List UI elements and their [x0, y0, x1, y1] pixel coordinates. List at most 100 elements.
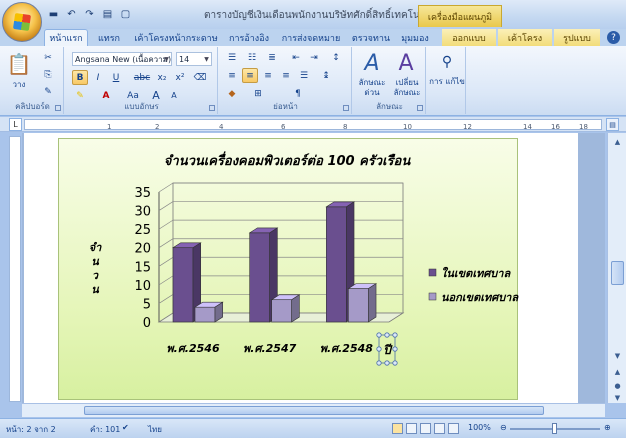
font-expander-icon[interactable]	[209, 105, 215, 111]
ruler-tick: 14	[523, 123, 532, 131]
document-page[interactable]: 0 5 10 15 20 25 30 35 พ.ศ.2546 พ.ศ.2547 พ.ศ.2548 จำ…	[24, 133, 578, 403]
office-button[interactable]	[2, 2, 42, 42]
tab-design[interactable]: ออกแบบ	[442, 29, 496, 46]
draft-icon[interactable]	[448, 423, 459, 434]
vertical-ruler[interactable]	[9, 136, 21, 402]
tab-references[interactable]: การอ้างอิง	[226, 29, 272, 46]
tab-review[interactable]: ตรวจทาน	[350, 29, 392, 46]
full-screen-reading-icon[interactable]	[406, 423, 417, 434]
superscript-button[interactable]: x²	[172, 70, 188, 85]
web-layout-icon[interactable]	[420, 423, 431, 434]
tab-selector[interactable]: L	[9, 118, 22, 131]
styles-expander-icon[interactable]	[417, 105, 423, 111]
quick-styles-button[interactable]: ลักษณะ ด่วน	[354, 78, 390, 98]
scroll-down-icon[interactable]: ▼	[611, 349, 624, 362]
tab-format[interactable]: รูปแบบ	[554, 29, 600, 46]
align-center-icon[interactable]: ≡	[242, 68, 258, 83]
font-name-value: Angsana New (เนื้อความ)	[75, 54, 172, 64]
horizontal-ruler[interactable]: 1 2 4 6 8 10 12 14 16 18	[24, 119, 602, 131]
page-count[interactable]: หน้า: 2 จาก 2	[6, 423, 56, 436]
gridline-side	[158, 201, 174, 211]
tab-view[interactable]: มุมมอง	[396, 29, 434, 46]
font-name-combo[interactable]: Angsana New (เนื้อความ) ▼	[72, 52, 172, 66]
tab-page-layout[interactable]: เค้าโครงหน้ากระดาษ	[130, 29, 222, 46]
bar-chart[interactable]: 0 5 10 15 20 25 30 35 พ.ศ.2546 พ.ศ.2547 พ.ศ.2548 จำ…	[59, 139, 519, 401]
redo-icon[interactable]: ↷	[82, 7, 97, 22]
shading-icon[interactable]: ◆	[224, 86, 240, 101]
font-group: Angsana New (เนื้อความ) ▼ 14 ▼ B I U abc x…	[66, 47, 218, 114]
editing-button[interactable]: การ แก้ไข	[428, 77, 466, 87]
decrease-indent-icon[interactable]: ⇤	[288, 50, 304, 65]
paste-button[interactable]: วาง	[4, 80, 34, 90]
horizontal-scrollbar[interactable]	[22, 403, 605, 417]
change-styles-icon[interactable]: A	[392, 50, 420, 76]
tab-home[interactable]: หน้าแรก	[44, 29, 88, 46]
chart-frame[interactable]: 0 5 10 15 20 25 30 35 พ.ศ.2546 พ.ศ.2547 พ.ศ.2548 จำ…	[58, 138, 519, 401]
italic-button[interactable]: I	[90, 70, 106, 85]
undo-icon[interactable]: ↶	[64, 7, 79, 22]
word-window: ▬ ↶ ↷ ▤ ▢ ตารางบัญชีเงินเดือนพนักงานบริษ…	[0, 0, 626, 438]
align-left-icon[interactable]: ≡	[224, 68, 240, 83]
next-page-icon[interactable]: ▼	[611, 391, 624, 404]
distributed-icon[interactable]: ☰	[296, 68, 312, 83]
quick-styles-icon[interactable]: A	[358, 50, 386, 76]
preview-icon[interactable]: ▢	[118, 7, 133, 22]
tab-mailings[interactable]: การส่งจดหมาย	[276, 29, 346, 46]
vertical-scrollbar[interactable]: ▲ ▼ ▲ ● ▼	[607, 133, 626, 403]
outline-icon[interactable]	[434, 423, 445, 434]
help-icon[interactable]: ?	[607, 31, 620, 44]
binoculars-icon[interactable]: ⚲	[436, 51, 458, 73]
zoom-in-icon[interactable]: ⊕	[604, 423, 611, 432]
align-right-icon[interactable]: ≡	[260, 68, 276, 83]
previous-page-icon[interactable]: ▲	[611, 365, 624, 378]
proofing-icon[interactable]: ✔	[122, 423, 129, 432]
tab-layout[interactable]: เค้าโครง	[498, 29, 552, 46]
change-styles-button[interactable]: เปลี่ยน ลักษณะ	[388, 78, 426, 98]
clear-format-icon[interactable]: ⌫	[192, 70, 208, 85]
sort-icon[interactable]: ↕	[328, 50, 344, 65]
chart-tools-title: เครื่องมือแผนภูมิ	[418, 5, 502, 27]
line-spacing-icon[interactable]: ↨	[318, 68, 334, 83]
show-marks-icon[interactable]: ¶	[290, 86, 306, 101]
clipboard-expander-icon[interactable]	[55, 105, 61, 111]
copy-icon[interactable]: ⎘	[40, 67, 56, 82]
ruler-row: L 1 2 4 6 8 10 12 14 16 18 ▤	[0, 117, 626, 132]
multilevel-list-icon[interactable]: ≣	[264, 50, 280, 65]
subscript-button[interactable]: x₂	[154, 70, 170, 85]
font-size-value: 14	[179, 54, 190, 64]
print-layout-icon[interactable]	[392, 423, 403, 434]
zoom-out-icon[interactable]: ⊖	[500, 423, 507, 432]
bold-button[interactable]: B	[72, 70, 88, 85]
vertical-scroll-thumb[interactable]	[611, 261, 624, 285]
cut-icon[interactable]: ✂	[40, 50, 56, 65]
strikethrough-button[interactable]: abc	[132, 70, 152, 85]
paragraph-expander-icon[interactable]	[343, 105, 349, 111]
bullets-icon[interactable]: ☰	[224, 50, 240, 65]
bar-front	[249, 232, 270, 323]
word-count[interactable]: คำ: 101	[90, 423, 120, 436]
format-painter-icon[interactable]: ✎	[40, 84, 56, 99]
y-tick-label: 15	[134, 260, 151, 275]
view-ruler-icon[interactable]: ▤	[606, 118, 619, 131]
legend-swatch	[428, 292, 437, 301]
x-tick-label: พ.ศ.2547	[243, 342, 297, 355]
print-icon[interactable]: ▤	[100, 7, 115, 22]
bar-side	[291, 294, 300, 323]
justify-icon[interactable]: ≡	[278, 68, 294, 83]
paste-icon[interactable]: 📋	[6, 50, 32, 78]
zoom-level[interactable]: 100%	[468, 423, 491, 432]
scroll-up-icon[interactable]: ▲	[611, 135, 624, 148]
numbering-icon[interactable]: ☷	[244, 50, 260, 65]
increase-indent-icon[interactable]: ⇥	[306, 50, 322, 65]
clipboard-group-label: คลิปบอร์ด	[15, 102, 50, 111]
zoom-slider-thumb[interactable]	[552, 423, 557, 434]
y-tick-label: 25	[134, 223, 151, 238]
borders-icon[interactable]: ⊞	[250, 86, 266, 101]
font-size-combo[interactable]: 14 ▼	[176, 52, 212, 66]
underline-button[interactable]: U	[108, 70, 124, 85]
ribbon-tabs: หน้าแรก แทรก เค้าโครงหน้ากระดาษ การอ้างอ…	[0, 29, 626, 46]
save-icon[interactable]: ▬	[46, 7, 61, 22]
language-indicator[interactable]: ไทย	[148, 423, 162, 436]
horizontal-scroll-thumb[interactable]	[84, 406, 544, 415]
tab-insert[interactable]: แทรก	[92, 29, 126, 46]
